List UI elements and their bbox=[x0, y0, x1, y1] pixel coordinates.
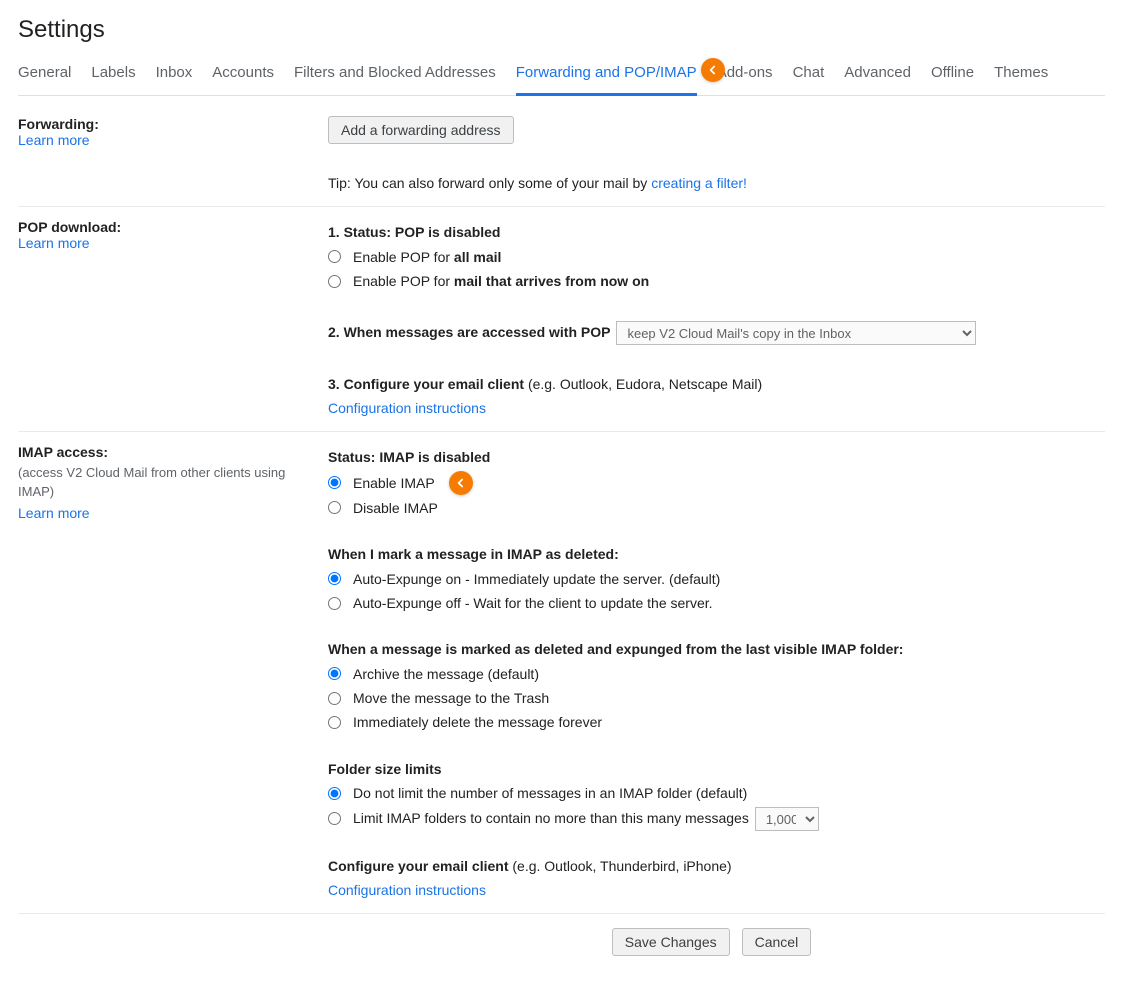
tab-themes[interactable]: Themes bbox=[994, 64, 1048, 95]
imap-last-folder-heading: When a message is marked as deleted and … bbox=[328, 638, 1105, 660]
pop-step3-example: (e.g. Outlook, Eudora, Netscape Mail) bbox=[528, 376, 762, 392]
forwarding-learn-more-link[interactable]: Learn more bbox=[18, 132, 318, 148]
tab-labels[interactable]: Labels bbox=[91, 64, 135, 95]
section-pop: POP download: Learn more 1. Status: POP … bbox=[18, 207, 1105, 432]
imap-expunge-off-label: Auto-Expunge off - Wait for the client t… bbox=[353, 592, 713, 614]
forwarding-tip-text: Tip: You can also forward only some of y… bbox=[328, 175, 651, 191]
save-changes-button[interactable]: Save Changes bbox=[612, 928, 730, 956]
imap-archive-radio[interactable] bbox=[328, 667, 341, 680]
pop-enable-new-label: Enable POP for mail that arrives from no… bbox=[353, 270, 649, 292]
tab-advanced[interactable]: Advanced bbox=[844, 64, 911, 95]
imap-expunge-on-label: Auto-Expunge on - Immediately update the… bbox=[353, 568, 720, 590]
section-forwarding: Forwarding: Learn more Add a forwarding … bbox=[18, 104, 1105, 207]
arrow-left-callout-icon bbox=[701, 58, 725, 82]
pop-learn-more-link[interactable]: Learn more bbox=[18, 235, 318, 251]
imap-expunge-on-radio[interactable] bbox=[328, 572, 341, 585]
pop-enable-all-radio[interactable] bbox=[328, 250, 341, 263]
imap-trash-radio[interactable] bbox=[328, 692, 341, 705]
imap-disable-label: Disable IMAP bbox=[353, 497, 438, 519]
imap-no-limit-label: Do not limit the number of messages in a… bbox=[353, 782, 747, 804]
arrow-left-callout-icon bbox=[449, 471, 473, 495]
create-filter-link[interactable]: creating a filter! bbox=[651, 175, 747, 191]
imap-deleted-heading: When I mark a message in IMAP as deleted… bbox=[328, 543, 1105, 565]
tab-bar: General Labels Inbox Accounts Filters an… bbox=[18, 58, 1105, 96]
section-imap: IMAP access: (access V2 Cloud Mail from … bbox=[18, 432, 1105, 914]
imap-expunge-off-radio[interactable] bbox=[328, 597, 341, 610]
pop-enable-all-label: Enable POP for all mail bbox=[353, 246, 501, 268]
pop-config-instructions-link[interactable]: Configuration instructions bbox=[328, 397, 1105, 419]
pop-step3-label: 3. Configure your email client bbox=[328, 376, 528, 392]
imap-status-value: IMAP is disabled bbox=[379, 449, 490, 465]
imap-folder-limits-heading: Folder size limits bbox=[328, 758, 1105, 780]
pop-action-select[interactable]: keep V2 Cloud Mail's copy in the Inbox bbox=[616, 321, 976, 345]
cancel-button[interactable]: Cancel bbox=[742, 928, 812, 956]
tab-filters[interactable]: Filters and Blocked Addresses bbox=[294, 64, 496, 95]
imap-no-limit-radio[interactable] bbox=[328, 787, 341, 800]
pop-step2-label: 2. When messages are accessed with POP bbox=[328, 321, 610, 343]
pop-heading: POP download: bbox=[18, 219, 318, 235]
tab-offline[interactable]: Offline bbox=[931, 64, 974, 95]
tab-forwarding-pop-imap[interactable]: Forwarding and POP/IMAP bbox=[516, 64, 697, 96]
imap-subheading: (access V2 Cloud Mail from other clients… bbox=[18, 464, 318, 500]
imap-enable-label: Enable IMAP bbox=[353, 472, 435, 494]
tab-chat[interactable]: Chat bbox=[793, 64, 825, 95]
imap-heading: IMAP access: bbox=[18, 444, 318, 460]
add-forwarding-address-button[interactable]: Add a forwarding address bbox=[328, 116, 514, 144]
tab-general[interactable]: General bbox=[18, 64, 71, 95]
page-title: Settings bbox=[18, 16, 1105, 44]
imap-limit-select[interactable]: 1,000 bbox=[755, 807, 819, 831]
imap-disable-radio[interactable] bbox=[328, 501, 341, 514]
imap-archive-label: Archive the message (default) bbox=[353, 663, 539, 685]
imap-configure-example: (e.g. Outlook, Thunderbird, iPhone) bbox=[512, 858, 731, 874]
forwarding-heading: Forwarding: bbox=[18, 116, 318, 132]
imap-delete-forever-label: Immediately delete the message forever bbox=[353, 711, 602, 733]
imap-delete-forever-radio[interactable] bbox=[328, 716, 341, 729]
imap-status-label: Status: bbox=[328, 449, 379, 465]
tab-accounts[interactable]: Accounts bbox=[212, 64, 274, 95]
imap-limit-radio[interactable] bbox=[328, 812, 341, 825]
imap-limit-label: Limit IMAP folders to contain no more th… bbox=[353, 807, 749, 829]
tab-inbox[interactable]: Inbox bbox=[156, 64, 193, 95]
imap-trash-label: Move the message to the Trash bbox=[353, 687, 549, 709]
imap-configure-label: Configure your email client bbox=[328, 858, 512, 874]
pop-enable-new-radio[interactable] bbox=[328, 275, 341, 288]
tab-addons[interactable]: Add-ons bbox=[717, 64, 773, 95]
tab-addons-label: Add-ons bbox=[717, 64, 773, 81]
imap-enable-radio[interactable] bbox=[328, 476, 341, 489]
imap-config-instructions-link[interactable]: Configuration instructions bbox=[328, 879, 1105, 901]
pop-status-value: POP is disabled bbox=[395, 224, 501, 240]
imap-learn-more-link[interactable]: Learn more bbox=[18, 505, 318, 521]
pop-status-label: 1. Status: bbox=[328, 224, 395, 240]
